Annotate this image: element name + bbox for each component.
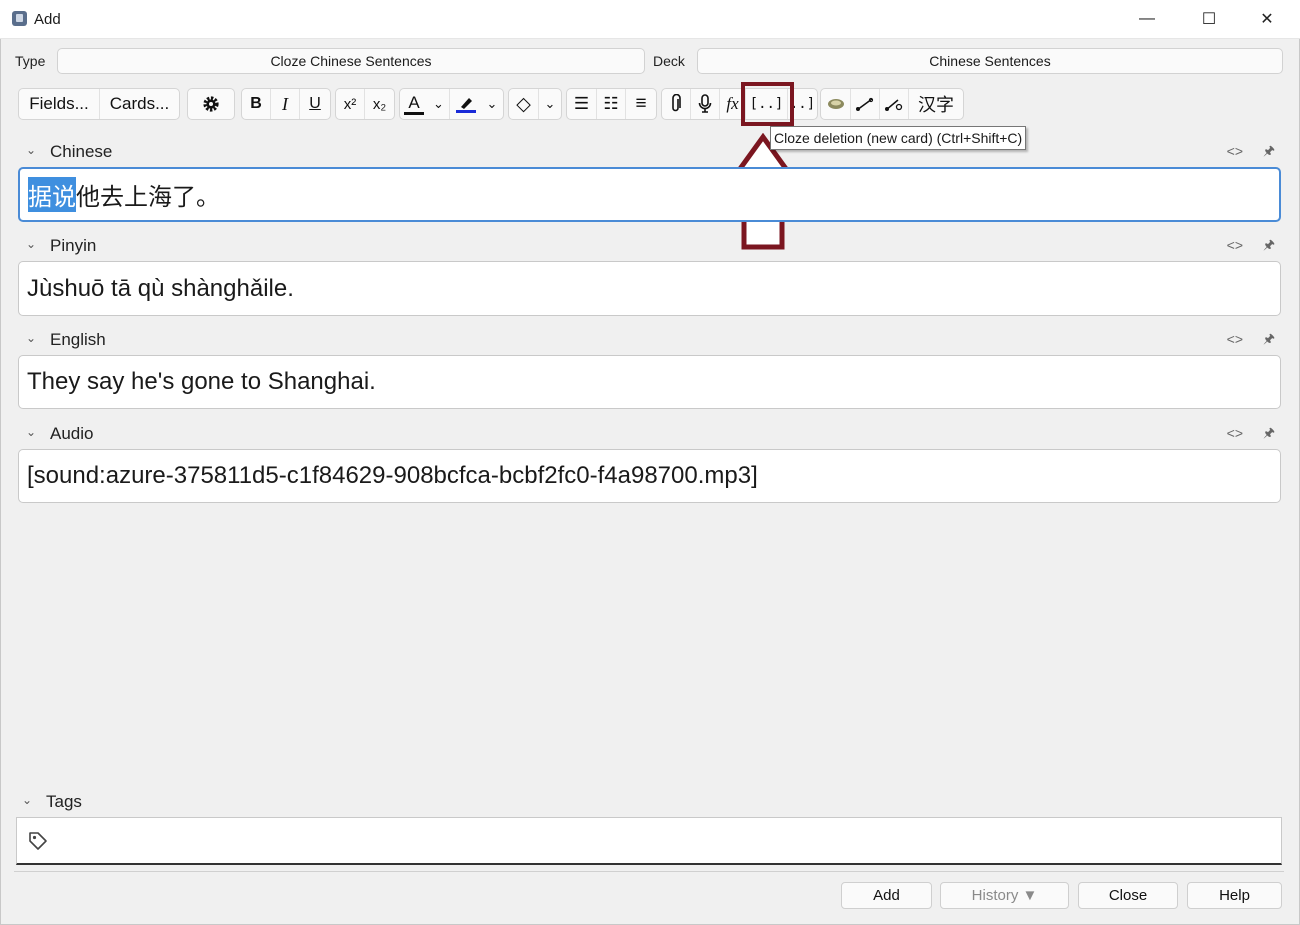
list-group: ☰ ☷ ≡ <box>566 88 657 120</box>
pin-icon[interactable]: 🖈 <box>1263 424 1275 446</box>
hanzi-button[interactable]: 汉字 <box>909 89 963 119</box>
tags-header[interactable]: ⌄ Tags <box>14 790 1279 814</box>
selected-text: 据说 <box>28 177 76 212</box>
note-type-selector[interactable]: Cloze Chinese Sentences <box>57 48 645 74</box>
unordered-list-icon[interactable]: ☰ <box>567 89 597 119</box>
highlight-color-swatch <box>455 110 476 113</box>
field-input-chinese[interactable]: 据说 他去上海了。 <box>18 167 1281 222</box>
deck-value: Chinese Sentences <box>929 53 1051 69</box>
field-input-english[interactable]: They say he's gone to Shanghai. <box>18 355 1281 409</box>
field-value-pinyin: Jùshuō tā qù shànghǎile. <box>27 274 294 302</box>
deck-selector[interactable]: Chinese Sentences <box>697 48 1283 74</box>
collapse-chevron-icon[interactable]: ⌄ <box>26 143 36 157</box>
subscript-button[interactable]: x₂ <box>365 89 394 119</box>
cards-button[interactable]: Cards... <box>100 89 179 119</box>
insert-group: fx [..] ..] <box>661 88 818 120</box>
pin-icon[interactable]: 🖈 <box>1263 142 1275 164</box>
collapse-chevron-icon[interactable]: ⌄ <box>26 331 36 345</box>
field-value-english: They say he's gone to Shanghai. <box>27 368 376 395</box>
add-button[interactable]: Add <box>841 882 932 909</box>
paperclip-icon[interactable] <box>662 89 691 119</box>
tags-input[interactable] <box>16 817 1282 865</box>
cloze-highlight-box <box>741 82 794 126</box>
fields-button[interactable]: Fields... <box>19 89 100 119</box>
field-input-pinyin[interactable]: Jùshuō tā qù shànghǎile. <box>18 261 1281 316</box>
collapse-chevron-icon[interactable]: ⌄ <box>22 793 32 807</box>
html-editor-toggle-icon[interactable]: <> <box>1227 237 1243 253</box>
script-group: x² x₂ <box>335 88 395 120</box>
pin-icon[interactable]: 🖈 <box>1263 236 1275 258</box>
bottom-divider <box>14 871 1284 872</box>
maximize-button[interactable]: ☐ <box>1186 6 1232 32</box>
microphone-icon[interactable] <box>691 89 720 119</box>
collapse-chevron-icon[interactable]: ⌄ <box>26 237 36 251</box>
color-group: A ⌄ ⌄ <box>399 88 504 120</box>
underline-button[interactable]: U <box>300 89 330 119</box>
fields-cards-group: Fields... Cards... <box>18 88 180 120</box>
align-icon[interactable]: ≡ <box>626 89 656 119</box>
ordered-list-icon[interactable]: ☷ <box>597 89 626 119</box>
eraser-icon[interactable]: ◇ <box>509 89 539 119</box>
field-header-audio[interactable]: ⌄ Audio <> 🖈 <box>18 422 1283 446</box>
field-label-english: English <box>50 330 106 349</box>
settings-group <box>187 88 235 120</box>
gear-icon[interactable] <box>188 89 234 119</box>
field-header-pinyin[interactable]: ⌄ Pinyin <> 🖈 <box>18 234 1283 258</box>
highlight-color-button[interactable] <box>450 89 481 119</box>
field-value-audio: [sound:azure-375811d5-c1f84629-908bcfca-… <box>27 462 758 489</box>
close-button[interactable]: Close <box>1078 882 1178 909</box>
text-color-swatch <box>404 111 424 115</box>
field-value-chinese: 他去上海了。 <box>76 184 220 211</box>
pin-icon[interactable]: 🖈 <box>1263 330 1275 352</box>
text-color-button[interactable]: A <box>400 89 428 119</box>
bold-button[interactable]: B <box>242 89 271 119</box>
anki-app-icon <box>12 11 27 26</box>
note-type-value: Cloze Chinese Sentences <box>270 53 432 69</box>
italic-button[interactable]: I <box>271 89 300 119</box>
type-label: Type <box>15 53 46 69</box>
tag-icon <box>29 832 47 850</box>
field-input-audio[interactable]: [sound:azure-375811d5-c1f84629-908bcfca-… <box>18 449 1281 503</box>
html-editor-toggle-icon[interactable]: <> <box>1227 425 1243 441</box>
deck-label: Deck <box>653 53 685 69</box>
collapse-chevron-icon[interactable]: ⌄ <box>26 425 36 439</box>
text-color-icon: A <box>408 92 420 112</box>
minimize-button[interactable]: — <box>1124 6 1170 32</box>
close-window-button[interactable]: ✕ <box>1244 6 1290 32</box>
html-editor-toggle-icon[interactable]: <> <box>1227 331 1243 347</box>
field-label-pinyin: Pinyin <box>50 236 97 255</box>
text-color-dropdown[interactable]: ⌄ <box>428 89 450 119</box>
help-button[interactable]: Help <box>1187 882 1282 909</box>
field-label-audio: Audio <box>50 424 94 443</box>
highlighter-icon <box>460 98 472 109</box>
highlight-color-dropdown[interactable]: ⌄ <box>481 89 503 119</box>
pinyin-tone-icon[interactable] <box>880 89 909 119</box>
format-clear-group: ◇ ⌄ <box>508 88 562 120</box>
field-label-chinese: Chinese <box>50 142 113 161</box>
addon-group: 汉字 <box>820 88 964 120</box>
window-title: Add <box>34 11 61 28</box>
image-occlusion-icon[interactable] <box>821 89 851 119</box>
text-style-group: B I U <box>241 88 331 120</box>
field-header-chinese[interactable]: ⌄ Chinese <> 🖈 <box>18 140 1283 164</box>
title-bar: Add — ☐ ✕ <box>0 0 1300 39</box>
superscript-button[interactable]: x² <box>336 89 365 119</box>
eraser-dropdown[interactable]: ⌄ <box>539 89 561 119</box>
history-button[interactable]: History ▼ <box>940 882 1069 909</box>
field-header-english[interactable]: ⌄ English <> 🖈 <box>18 328 1283 352</box>
stroke-order-icon[interactable] <box>851 89 880 119</box>
tags-label: Tags <box>46 792 82 811</box>
html-editor-toggle-icon[interactable]: <> <box>1227 143 1243 159</box>
